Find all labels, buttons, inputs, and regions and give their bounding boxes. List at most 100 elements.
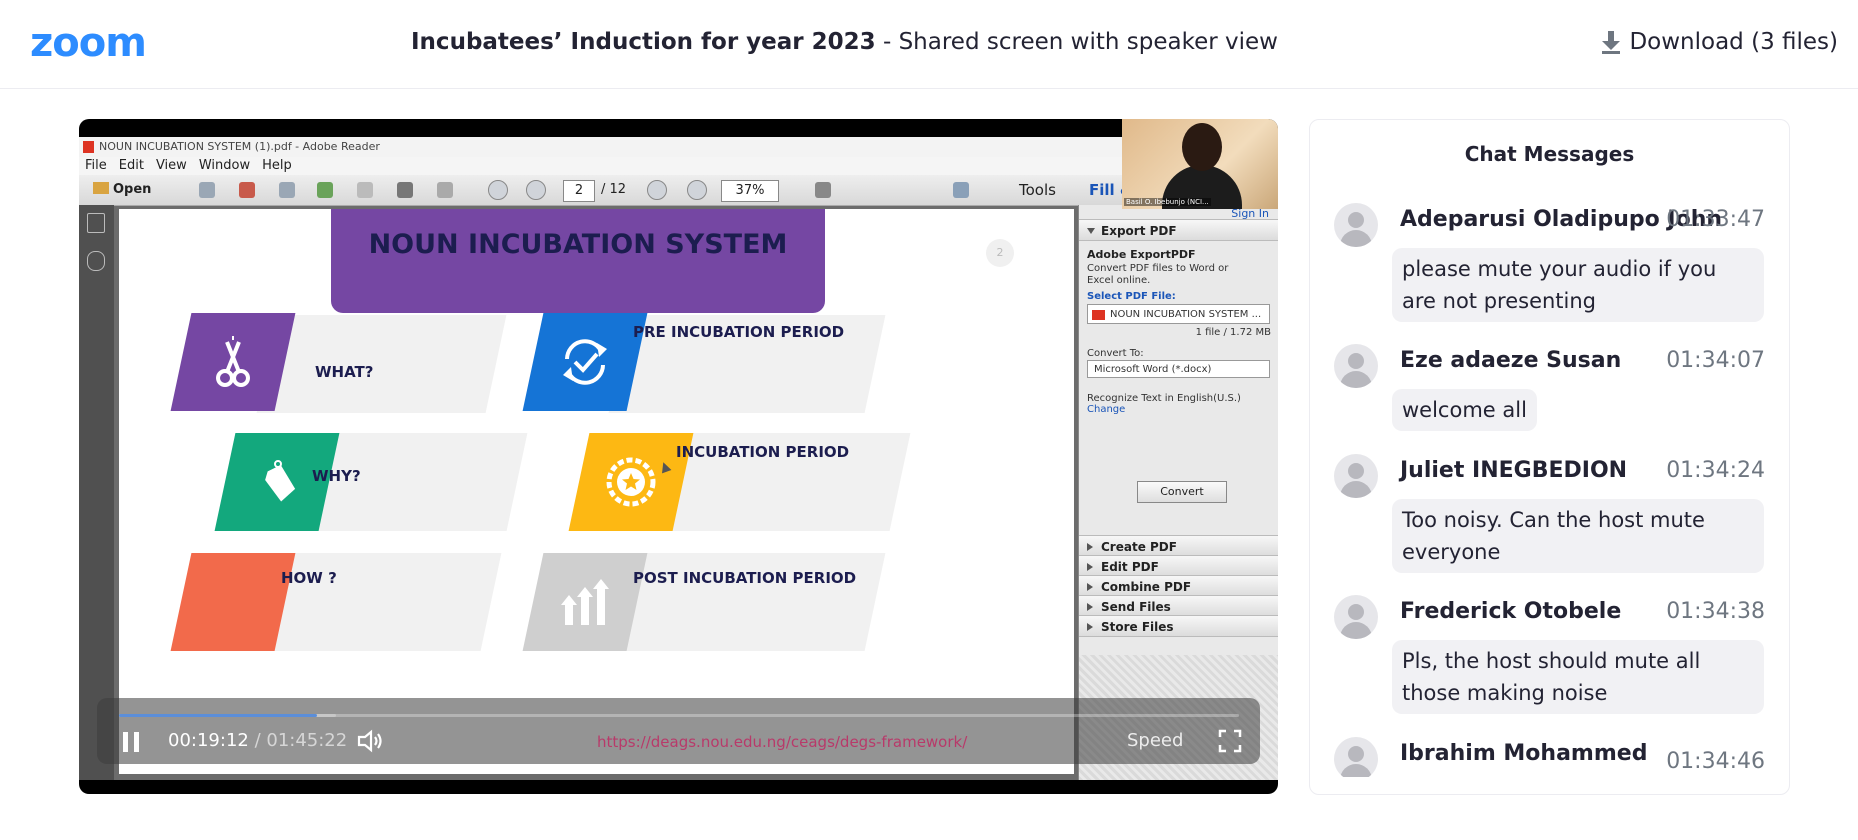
avatar bbox=[1334, 595, 1378, 639]
overlay-url: https://deags.nou.edu.ng/ceags/degs-fram… bbox=[597, 733, 968, 751]
chat-title: Chat Messages bbox=[1464, 142, 1635, 166]
selected-file-text: NOUN INCUBATION SYSTEM ... bbox=[1110, 309, 1262, 320]
page-down-icon bbox=[526, 180, 546, 200]
export-pdf-label: Export PDF bbox=[1101, 224, 1177, 238]
card-what bbox=[256, 315, 507, 413]
reader-left-rail bbox=[79, 205, 114, 780]
download-label: Download (3 files) bbox=[1629, 29, 1838, 55]
chat-message: Ibrahim Mohammed 01:34:46 bbox=[1334, 737, 1765, 777]
file-info: 1 file / 1.72 MB bbox=[1195, 327, 1271, 338]
expanded-triangle-icon bbox=[1087, 228, 1095, 234]
speaker-name: Basil O. Ibebunjo (NCI... bbox=[1124, 198, 1211, 206]
zoom-in-icon bbox=[687, 180, 707, 200]
open-button: Open bbox=[93, 181, 151, 199]
avatar bbox=[1334, 737, 1378, 777]
download-button[interactable]: Download (3 files) bbox=[1601, 26, 1838, 58]
meeting-title: Incubatees’ Induction for year 2023 - Sh… bbox=[411, 26, 1278, 58]
reader-window-title: NOUN INCUBATION SYSTEM (1).pdf - Adobe R… bbox=[79, 137, 1278, 157]
top-bar: zoom Incubatees’ Induction for year 2023… bbox=[0, 0, 1858, 89]
combine-pdf-label: Combine PDF bbox=[1101, 580, 1192, 594]
card-what-label: WHAT? bbox=[315, 363, 374, 381]
card-how-label: HOW ? bbox=[281, 569, 337, 587]
pdf-icon bbox=[239, 182, 255, 198]
chat-time: 01:34:24 bbox=[1666, 458, 1765, 483]
playback-time: 00:19:12 / 01:45:22 bbox=[168, 729, 347, 753]
star-badge-icon bbox=[606, 457, 656, 507]
store-files-label: Store Files bbox=[1101, 620, 1174, 634]
menu-file: File bbox=[85, 158, 107, 173]
avatar bbox=[1334, 454, 1378, 498]
zoom-logo[interactable]: zoom bbox=[30, 22, 147, 64]
export-pdf-header: Export PDF bbox=[1079, 219, 1278, 241]
chat-panel[interactable]: Chat Messages Adeparusi Oladipupo John 0… bbox=[1309, 119, 1790, 795]
fullscreen-button[interactable] bbox=[1218, 729, 1242, 757]
chat-message: Juliet INEGBEDION 01:34:24 Too noisy. Ca… bbox=[1334, 454, 1765, 582]
arrows-up-icon bbox=[561, 579, 609, 625]
mail-icon bbox=[437, 182, 453, 198]
create-pdf-label: Create PDF bbox=[1101, 540, 1177, 554]
chat-message: Frederick Otobele 01:34:38 Pls, the host… bbox=[1334, 595, 1765, 723]
tile-pre-incubation bbox=[522, 313, 648, 411]
convert-to-label: Convert To: bbox=[1087, 348, 1144, 359]
select-file-label: Select PDF File: bbox=[1087, 291, 1176, 302]
collapsed-triangle-icon bbox=[1087, 563, 1093, 571]
fullscreen-icon bbox=[1218, 729, 1242, 753]
card-post-incubation bbox=[608, 553, 886, 651]
avatar-head bbox=[1348, 604, 1364, 620]
avatar bbox=[1334, 344, 1378, 388]
cycle-check-icon bbox=[563, 339, 607, 385]
progress-bar[interactable] bbox=[119, 714, 1239, 717]
chat-bubble: welcome all bbox=[1392, 389, 1537, 431]
menu-edit: Edit bbox=[118, 158, 144, 173]
slide-title: NOUN INCUBATION SYSTEM bbox=[368, 229, 788, 260]
edit-pdf-header: Edit PDF bbox=[1079, 555, 1278, 577]
chat-bubble: Pls, the host should mute all those maki… bbox=[1392, 640, 1764, 714]
chat-bubble: please mute your audio if you are not pr… bbox=[1392, 248, 1764, 322]
volume-button[interactable] bbox=[357, 729, 385, 757]
change-link: Change bbox=[1087, 404, 1126, 415]
current-time: 00:19:12 bbox=[168, 730, 249, 751]
chat-bubble: Too noisy. Can the host mute everyone bbox=[1392, 499, 1764, 573]
scissors-icon bbox=[216, 336, 250, 387]
convert-to-value: Microsoft Word (*.docx) bbox=[1094, 364, 1212, 375]
pdf-page: NOUN INCUBATION SYSTEM 2 WHAT? PRE INCUB… bbox=[119, 209, 1074, 774]
chat-sender: Eze adaeze Susan bbox=[1400, 348, 1622, 373]
avatar-body bbox=[1340, 230, 1372, 247]
tools-label: Tools bbox=[1019, 181, 1056, 199]
avatar-body bbox=[1340, 371, 1372, 388]
collapsed-triangle-icon bbox=[1087, 543, 1093, 551]
avatar-head bbox=[1348, 746, 1364, 762]
convert-button: Convert bbox=[1137, 481, 1227, 503]
speed-button[interactable]: Speed bbox=[1127, 729, 1183, 753]
reader-menubar: File Edit View Window Help bbox=[79, 157, 1278, 175]
card-why-label: WHY? bbox=[312, 467, 361, 485]
chat-time: 01:34:07 bbox=[1666, 348, 1765, 373]
upload-icon bbox=[317, 182, 333, 198]
fit-icon bbox=[815, 182, 831, 198]
card-post-incubation-label: POST INCUBATION PERIOD bbox=[633, 569, 857, 587]
card-how bbox=[256, 553, 502, 651]
zoom-level: 37% bbox=[721, 180, 779, 202]
combine-pdf-header: Combine PDF bbox=[1079, 575, 1278, 597]
store-files-header: Store Files bbox=[1079, 615, 1278, 637]
video-player[interactable]: NOUN INCUBATION SYSTEM (1).pdf - Adobe R… bbox=[79, 119, 1278, 794]
zoom-out-icon bbox=[647, 180, 667, 200]
avatar-body bbox=[1340, 764, 1372, 777]
page-up-icon bbox=[488, 180, 508, 200]
menu-window: Window bbox=[198, 158, 251, 173]
pause-button[interactable] bbox=[121, 730, 141, 758]
chat-time: 01:33:47 bbox=[1666, 207, 1765, 232]
avatar-body bbox=[1340, 622, 1372, 639]
meeting-name: Incubatees’ Induction for year 2023 bbox=[411, 29, 876, 55]
chat-sender: Ibrahim Mohammed bbox=[1400, 741, 1648, 766]
page-total: / 12 bbox=[601, 182, 627, 197]
menu-help: Help bbox=[262, 158, 292, 173]
avatar-head bbox=[1348, 463, 1364, 479]
open-label: Open bbox=[113, 182, 152, 197]
avatar-head bbox=[1348, 212, 1364, 228]
folder-icon bbox=[93, 182, 109, 194]
chat-sender: Juliet INEGBEDION bbox=[1400, 458, 1628, 483]
collapsed-triangle-icon bbox=[1087, 583, 1093, 591]
convert-to-select: Microsoft Word (*.docx) bbox=[1087, 360, 1270, 378]
export-description: Convert PDF files to Word or Excel onlin… bbox=[1087, 263, 1229, 286]
